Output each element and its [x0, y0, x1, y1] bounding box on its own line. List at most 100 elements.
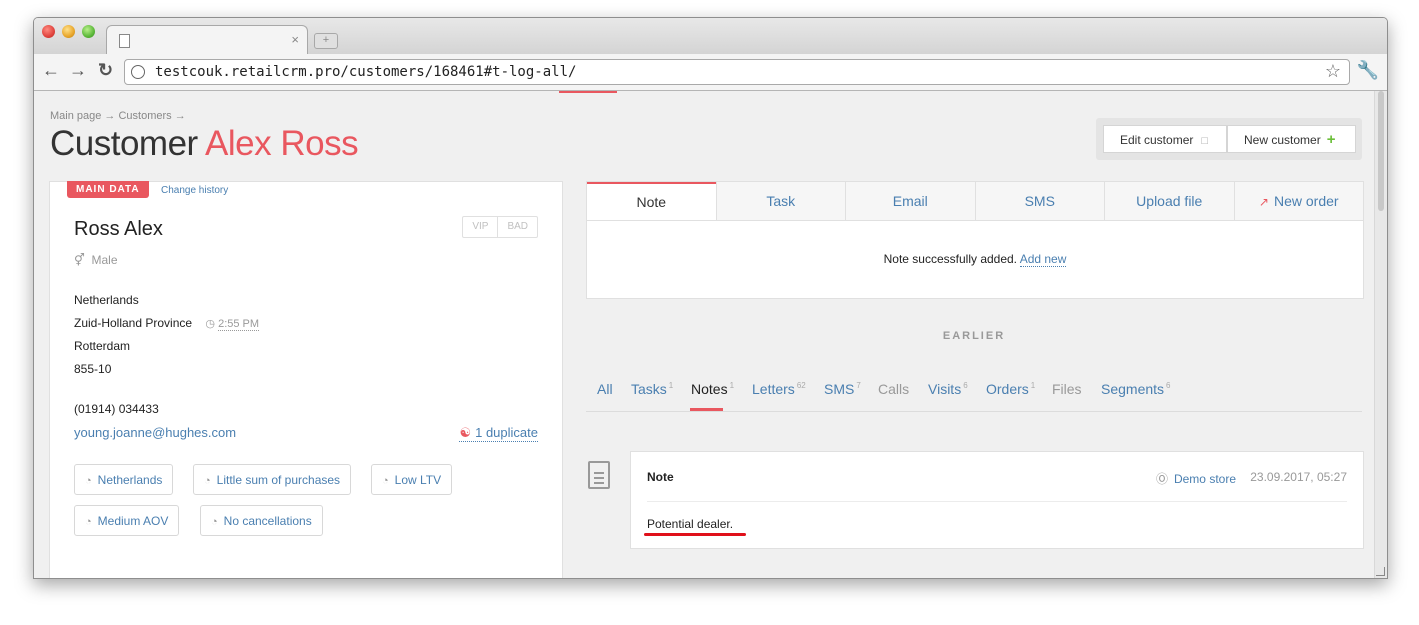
store-icon: Ⓞ: [1155, 472, 1168, 486]
filter-calls[interactable]: Calls: [878, 381, 909, 397]
duplicate-label: 1 duplicate: [475, 425, 538, 440]
duplicate-link[interactable]: ☯ 1 duplicate: [459, 425, 538, 442]
segment-label: Low LTV: [394, 473, 442, 487]
bad-toggle[interactable]: BAD: [497, 217, 537, 237]
note-entry-title: Note: [647, 470, 674, 484]
phone: (01914) 034433: [74, 402, 159, 416]
tab-new-order[interactable]: ↗ New order: [1233, 182, 1363, 220]
change-history-link[interactable]: Change history: [161, 185, 228, 196]
bookmark-star-icon[interactable]: ☆: [1325, 61, 1341, 82]
filter-visits[interactable]: Visits 6: [928, 381, 968, 397]
tab-email[interactable]: Email: [845, 182, 975, 220]
gender-icon: ⚥: [74, 253, 85, 267]
new-customer-button[interactable]: New customer +: [1227, 125, 1356, 153]
pie-icon: ◔: [204, 475, 211, 487]
tab-upload-file[interactable]: Upload file: [1104, 182, 1234, 220]
tab-note[interactable]: Note: [587, 182, 716, 220]
address-bar[interactable]: testcouk.retailcrm.pro/customers/168461#…: [124, 59, 1350, 85]
segment-label: No cancellations: [223, 514, 312, 528]
address-region-row: Zuid-Holland Province ◷ 2:55 PM: [74, 316, 260, 331]
close-window-button[interactable]: [42, 25, 55, 38]
segment-chip[interactable]: ◔ Medium AOV: [74, 505, 180, 536]
resize-handle[interactable]: [1376, 567, 1385, 576]
action-tabs: Note Task Email SMS Upload file ↗ New ord…: [587, 182, 1363, 221]
wrench-icon[interactable]: 🔧: [1357, 60, 1379, 81]
vip-toggle[interactable]: VIP: [463, 217, 497, 237]
edit-customer-label: Edit customer: [1120, 133, 1194, 147]
divider: [647, 501, 1347, 502]
edit-icon: □: [1201, 135, 1209, 147]
pie-icon: ◔: [211, 516, 218, 528]
customer-card: MAIN DATA Change history Ross Alex VIP B…: [49, 181, 563, 578]
customer-name: Ross Alex: [74, 218, 163, 240]
zoom-window-button[interactable]: [82, 25, 95, 38]
segment-chip[interactable]: ◔ Little sum of purchases: [193, 464, 352, 495]
plus-icon: +: [1326, 131, 1336, 148]
tab-sms[interactable]: SMS: [974, 182, 1104, 220]
gender-label: Male: [91, 253, 118, 267]
url-text[interactable]: testcouk.retailcrm.pro/customers/168461#…: [155, 64, 576, 80]
new-customer-label: New customer: [1244, 133, 1321, 147]
segment-chip[interactable]: ◔ Netherlands: [74, 464, 174, 495]
earlier-heading: EARLIER: [942, 330, 1006, 342]
address-postcode: 855-10: [74, 362, 112, 376]
tab-task[interactable]: Task: [715, 182, 845, 220]
filter-files[interactable]: Files: [1052, 381, 1082, 397]
globe-icon: [131, 65, 145, 79]
segment-chip[interactable]: ◔ Low LTV: [371, 464, 453, 495]
page-title-prefix: Customer: [50, 124, 198, 163]
page-icon: [119, 34, 130, 48]
tab-new-order-label: New order: [1273, 193, 1339, 209]
note-success-message: Note successfully added. Add new: [587, 252, 1363, 267]
filter-orders[interactable]: Orders 1: [986, 381, 1035, 397]
note-success-text: Note successfully added.: [883, 252, 1018, 266]
page-title-customer-name: Alex Ross: [205, 124, 359, 163]
local-time: ◷ 2:55 PM: [205, 318, 260, 331]
page-scrollbar[interactable]: [1374, 91, 1387, 578]
reload-icon[interactable]: ↻: [98, 60, 113, 81]
main-data-badge: MAIN DATA: [67, 181, 149, 198]
filter-letters[interactable]: Letters 62: [752, 381, 806, 397]
pie-icon: ◔: [85, 475, 92, 487]
new-tab-button[interactable]: +: [314, 33, 338, 49]
tab-close-icon[interactable]: ×: [291, 32, 299, 47]
scrollbar-thumb[interactable]: [1378, 91, 1384, 211]
segment-label: Medium AOV: [97, 514, 169, 528]
filter-tasks[interactable]: Tasks 1: [631, 381, 673, 397]
active-filter-underline: [690, 408, 723, 411]
tab-strip: × +: [34, 18, 1387, 55]
page-title: Customer Alex Ross: [50, 124, 359, 164]
note-body: Potential dealer.: [647, 517, 734, 531]
edit-customer-button[interactable]: Edit customer □: [1103, 125, 1227, 153]
browser-tab[interactable]: ×: [106, 25, 308, 55]
highlight-underline: [644, 533, 746, 536]
breadcrumb[interactable]: Main page → Customers →: [50, 110, 186, 122]
minimize-window-button[interactable]: [62, 25, 75, 38]
user-duplicate-icon: ☯: [459, 425, 472, 440]
segment-label: Netherlands: [97, 473, 163, 487]
forward-arrow-icon[interactable]: →: [69, 60, 87, 81]
header-actions: Edit customer □ New customer +: [1096, 118, 1362, 160]
address-city: Rotterdam: [74, 339, 131, 353]
history-filters: All Tasks 1 Notes 1 Letters 62 SMS 7 Calls V…: [586, 378, 1362, 412]
address-country: Netherlands: [74, 293, 139, 307]
page-content: Main page → Customers → Customer Alex Ro…: [34, 91, 1387, 578]
email-link[interactable]: young.joanne@hughes.com: [74, 425, 236, 440]
segment-chip[interactable]: ◔ No cancellations: [200, 505, 323, 536]
note-store-link[interactable]: Ⓞ Demo store: [1156, 470, 1236, 487]
filter-all[interactable]: All: [597, 381, 613, 397]
note-datetime: 23.09.2017, 05:27: [1250, 470, 1347, 484]
note-store-label: Demo store: [1173, 472, 1236, 486]
pie-icon: ◔: [382, 475, 389, 487]
filter-segments[interactable]: Segments 6: [1101, 381, 1171, 397]
address-region: Zuid-Holland Province: [74, 316, 193, 330]
clock-icon: ◷: [205, 318, 216, 330]
segment-label: Little sum of purchases: [216, 473, 341, 487]
filter-sms[interactable]: SMS 7: [824, 381, 861, 397]
back-arrow-icon[interactable]: ←: [42, 60, 60, 81]
add-new-link[interactable]: Add new: [1019, 252, 1067, 267]
filter-notes[interactable]: Notes 1: [691, 381, 734, 397]
external-link-icon: ↗: [1258, 195, 1269, 209]
vip-bad-toggle: VIP BAD: [462, 216, 538, 238]
browser-window: × + ← → ↻ testcouk.retailcrm.pro/custome…: [33, 17, 1388, 579]
